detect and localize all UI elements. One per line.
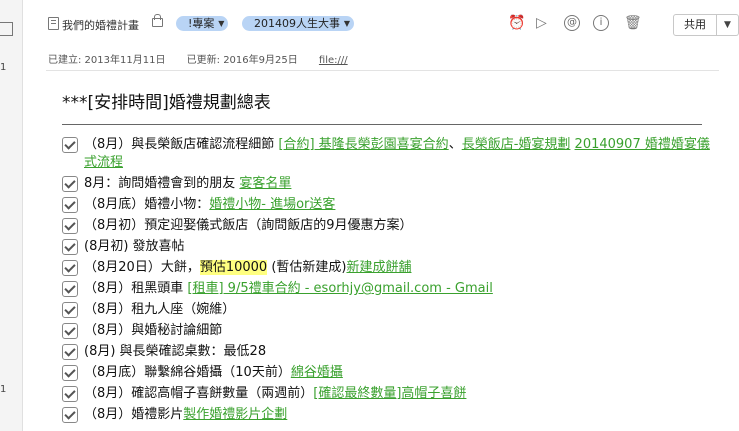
tag-life-event[interactable]: 201409人生大事 ▼ [242, 16, 354, 31]
checklist-item: （8月）租九人座（婉維） [62, 301, 712, 322]
checklist-item-text: （8月）與婚秘討論細節 [84, 322, 712, 340]
at-icon[interactable]: @ [564, 15, 580, 31]
item-text: 、 [448, 137, 462, 152]
updated-date: 已更新: 2016年9月25日 [186, 55, 298, 66]
checkbox-checked[interactable] [62, 218, 78, 234]
left-sidebar-strip: 1 1 [0, 0, 23, 431]
checklist-item: (8月) 與長榮確認桌數：最低28 [62, 343, 712, 364]
checklist-item: （8月初）預定迎娶儀式飯店（詢問飯店的9月優惠方案） [62, 217, 712, 238]
note-title[interactable]: ***[安排時間]婚禮規劃總表 [62, 88, 271, 113]
note-link[interactable]: [租車] 9/5禮車合約 - esorhjy@gmail.com - Gmail [187, 281, 492, 296]
checklist-item-text: （8月初）預定迎娶儀式飯店（詢問飯店的9月優惠方案） [84, 217, 712, 235]
highlighted-text: 預估10000 [199, 260, 268, 275]
item-text: （8月）確認高帽子喜餅數量（兩週前） [84, 386, 314, 401]
tag-label: !專案 [188, 17, 215, 30]
checklist-item-text: （8月底）婚禮小物：婚禮小物- 進場or送客 [84, 196, 712, 214]
trash-icon[interactable]: 🗑 [624, 15, 642, 31]
created-date: 已建立: 2013年11月11日 [48, 55, 166, 66]
note-meta: 已建立: 2013年11月11日 已更新: 2016年9月25日 file://… [48, 51, 366, 66]
horizontal-rule [62, 124, 702, 125]
present-icon[interactable]: ▷ [536, 15, 547, 31]
checklist-item-text: （8月）租九人座（婉維） [84, 301, 712, 319]
checklist-item-text: （8月）與長榮飯店確認流程細節 [合約] 基隆長榮彭園喜宴合約、長榮飯店-婚宴規… [84, 136, 712, 172]
checkbox-checked[interactable] [62, 302, 78, 318]
item-text: (8月) 與長榮確認桌數：最低28 [84, 344, 267, 359]
note-link[interactable]: 綿谷婚攝 [291, 365, 343, 380]
sidebar-number: 1 [0, 384, 7, 395]
checklist: （8月）與長榮飯店確認流程細節 [合約] 基隆長榮彭園喜宴合約、長榮飯店-婚宴規… [62, 136, 712, 427]
checklist-item: (8月初) 發放喜帖 [62, 238, 712, 259]
item-text: （8月底）聯繫綿谷婚攝（10天前） [84, 365, 291, 380]
note-link[interactable]: 製作婚禮影片企劃 [183, 407, 287, 422]
checklist-item: （8月20日）大餅，預估10000 (暫估新建成)新建成餅舖 [62, 259, 712, 280]
note-link[interactable]: [合約] 基隆長榮彭園喜宴合約 [278, 137, 448, 152]
note-link[interactable]: [確認最終數量]高帽子喜餅 [313, 386, 466, 401]
checkbox-checked[interactable] [62, 365, 78, 381]
note-toolbar: 我們的婚禮計畫 !專案 ▼ 201409人生大事 ▼ ⏰ ▷ @ i 🗑 共用 ▼ [46, 10, 739, 36]
item-text: （8月）與婚秘討論細節 [84, 323, 223, 338]
checklist-item-text: (8月) 與長榮確認桌數：最低28 [84, 343, 712, 361]
note-link[interactable]: 長榮飯店-婚宴規劃 [462, 137, 571, 152]
item-text: （8月初）預定迎娶儀式飯店（詢問飯店的9月優惠方案） [84, 218, 413, 233]
checkbox-checked[interactable] [62, 281, 78, 297]
chevron-down-icon: ▼ [343, 19, 350, 28]
checklist-item-text: （8月）租黑頭車 [租車] 9/5禮車合約 - esorhjy@gmail.co… [84, 280, 712, 298]
reminder-icon[interactable]: ⏰ [508, 15, 525, 31]
checkbox-checked[interactable] [62, 176, 78, 192]
notebook-name[interactable]: 我們的婚禮計畫 [62, 17, 139, 33]
checkbox-checked[interactable] [62, 137, 78, 153]
share-dropdown-button[interactable]: ▼ [717, 14, 739, 36]
lock-icon[interactable] [152, 14, 163, 27]
checkbox-checked[interactable] [62, 386, 78, 402]
item-text: (暫估新建成) [267, 260, 347, 275]
sidebar-toggle-icon[interactable] [0, 22, 13, 36]
share-button[interactable]: 共用 [673, 14, 717, 36]
checklist-item-text: （8月20日）大餅，預估10000 (暫估新建成)新建成餅舖 [84, 259, 712, 277]
checklist-item-text: （8月）婚禮影片製作婚禮影片企劃 [84, 406, 712, 424]
chevron-down-icon: ▼ [218, 19, 225, 28]
checklist-item: （8月）確認高帽子喜餅數量（兩週前）[確認最終數量]高帽子喜餅 [62, 385, 712, 406]
note-link[interactable]: 新建成餅舖 [346, 260, 411, 275]
checklist-item-text: （8月）確認高帽子喜餅數量（兩週前）[確認最終數量]高帽子喜餅 [84, 385, 712, 403]
divider [46, 70, 719, 71]
checklist-item: （8月）租黑頭車 [租車] 9/5禮車合約 - esorhjy@gmail.co… [62, 280, 712, 301]
source-url[interactable]: file:/// [319, 55, 348, 66]
item-text: （8月）婚禮影片 [84, 407, 184, 422]
item-text: （8月20日）大餅， [84, 260, 200, 275]
checklist-item-text: (8月初) 發放喜帖 [84, 238, 712, 256]
item-text: （8月）租九人座（婉維） [84, 302, 236, 317]
checklist-item: （8月）婚禮影片製作婚禮影片企劃 [62, 406, 712, 427]
sidebar-number: 1 [0, 62, 7, 73]
checkbox-checked[interactable] [62, 407, 78, 423]
checklist-item-text: （8月底）聯繫綿谷婚攝（10天前）綿谷婚攝 [84, 364, 712, 382]
info-icon[interactable]: i [593, 15, 609, 31]
item-text: （8月底）婚禮小物： [84, 197, 210, 212]
tag-label: 201409人生大事 [254, 17, 340, 30]
notebook-icon [48, 17, 59, 30]
checklist-item: （8月）與婚秘討論細節 [62, 322, 712, 343]
tag-project[interactable]: !專案 ▼ [176, 16, 229, 31]
checkbox-checked[interactable] [62, 344, 78, 360]
checklist-item: （8月底）婚禮小物：婚禮小物- 進場or送客 [62, 196, 712, 217]
checklist-item: （8月底）聯繫綿谷婚攝（10天前）綿谷婚攝 [62, 364, 712, 385]
note-link[interactable]: 宴客名單 [239, 176, 291, 191]
checkbox-checked[interactable] [62, 323, 78, 339]
checklist-item-text: 8月：詢問婚禮會到的朋友 宴客名單 [84, 175, 712, 193]
checklist-item: （8月）與長榮飯店確認流程細節 [合約] 基隆長榮彭園喜宴合約、長榮飯店-婚宴規… [62, 136, 712, 175]
checkbox-checked[interactable] [62, 239, 78, 255]
checklist-item: 8月：詢問婚禮會到的朋友 宴客名單 [62, 175, 712, 196]
item-text: (8月初) 發放喜帖 [84, 239, 185, 254]
checkbox-checked[interactable] [62, 197, 78, 213]
item-text: 8月：詢問婚禮會到的朋友 [84, 176, 240, 191]
checkbox-checked[interactable] [62, 260, 78, 276]
item-text: （8月）租黑頭車 [84, 281, 188, 296]
note-link[interactable]: 婚禮小物- 進場or送客 [209, 197, 335, 212]
item-text: （8月）與長榮飯店確認流程細節 [84, 137, 279, 152]
